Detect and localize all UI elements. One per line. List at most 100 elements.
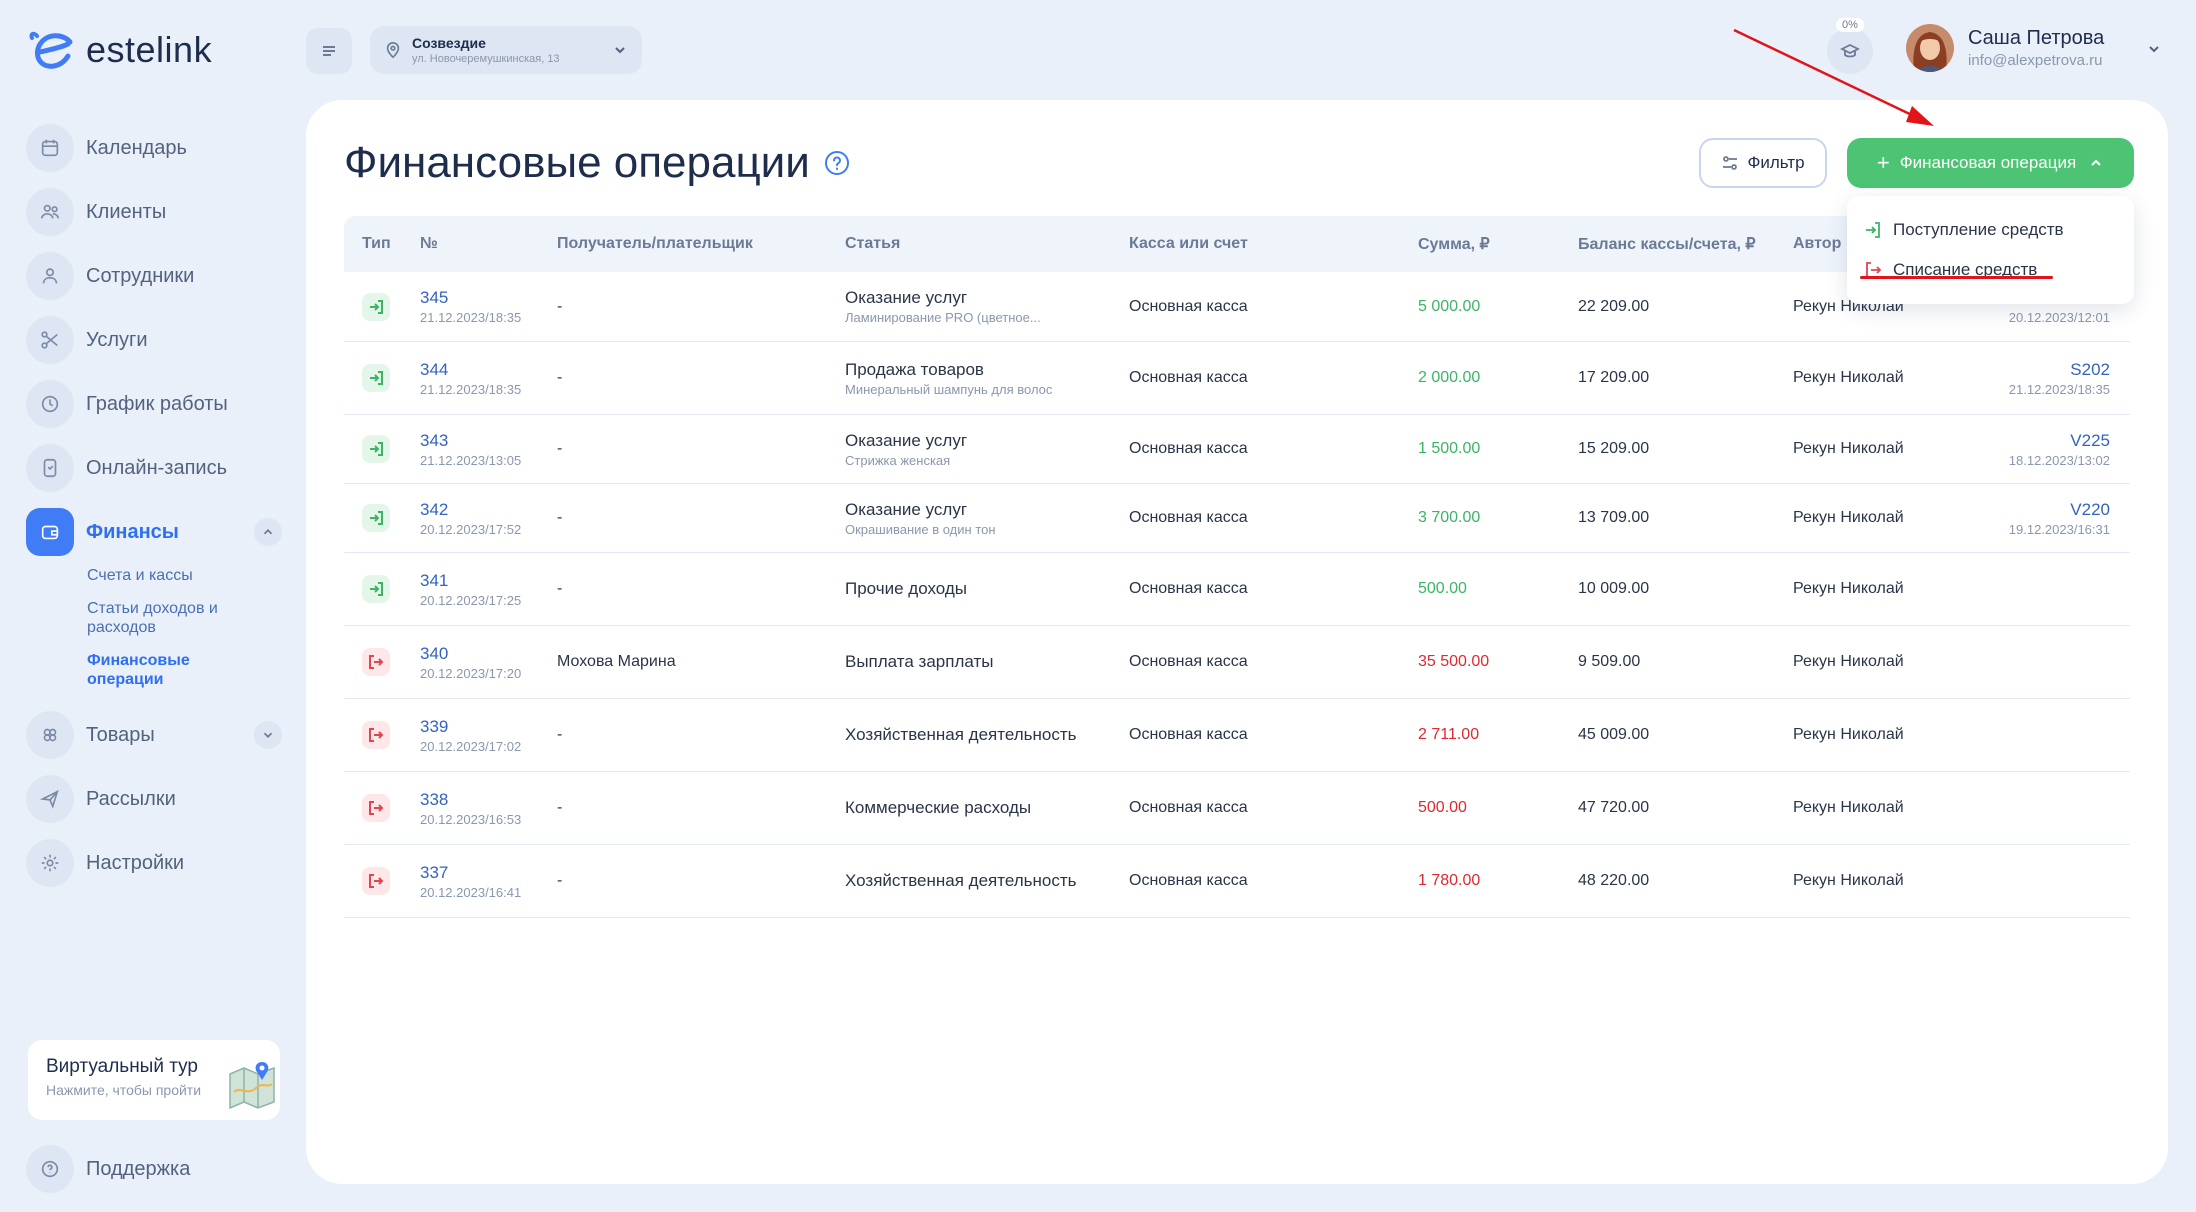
author-cell: Рекун Николай [1793,872,1904,889]
sidebar-item-employees[interactable]: Сотрудники [26,244,282,308]
balance-cell: 48 220.00 [1578,872,1650,889]
sidebar-item-label: Финансы [86,520,179,543]
cash-cell: Основная касса [1129,653,1248,670]
document-date: 20.12.2023/12:01 [2008,310,2110,325]
add-financial-operation-button[interactable]: + Финансовая операция [1847,138,2134,188]
article-detail: Стрижка женская [845,452,951,468]
operation-number-link[interactable]: 342 [420,500,557,520]
article-detail: Минеральный шампунь для волос [845,381,1053,397]
header-balance[interactable]: Баланс кассы/счета, ₽ [1578,234,1793,254]
sidebar-item-support[interactable]: Поддержка [26,1137,190,1201]
sidebar-item-settings[interactable]: Настройки [26,831,282,895]
operation-number-link[interactable]: 339 [420,717,557,737]
sidebar-item-label: Настройки [86,851,185,874]
operation-number-link[interactable]: 343 [420,431,557,451]
menu-item-expense[interactable]: Списание средств [1847,250,2134,290]
header-type[interactable]: Тип [344,235,420,253]
table-row[interactable]: 340 20.12.2023/17:20 Мохова Марина Выплата … [344,626,2130,699]
menu-item-income[interactable]: Поступление средств [1847,210,2134,250]
article-name: Оказание услуг [845,430,968,450]
num-cell: 343 21.12.2023/13:05 [420,431,557,468]
header-cash[interactable]: Касса или счет [1129,235,1418,253]
article-cell: Хозяйственная деятельность [845,871,1129,891]
num-cell: 338 20.12.2023/16:53 [420,790,557,827]
header-article[interactable]: Статья [845,235,1129,253]
filter-button[interactable]: Фильтр [1699,138,1827,188]
num-cell: 345 21.12.2023/18:35 [420,288,557,325]
sum-cell: 1 780.00 [1418,872,1481,889]
sidebar-item-products[interactable]: Товары [26,703,282,767]
location-address: ул. Новочеремушкинская, 13 [412,53,560,65]
chevron-down-icon[interactable] [254,721,282,749]
onboarding-progress-button[interactable]: 0% [1827,18,1873,74]
type-cell [344,867,420,895]
sidebar-item-finance[interactable]: Финансы [26,500,282,564]
article-cell: Оказание услуг Стрижка женская [845,431,1129,468]
operation-number-link[interactable]: 345 [420,288,557,308]
user-profile[interactable]: Саша Петрова info@alexpetrova.ru [1906,24,2104,72]
table-row[interactable]: 338 20.12.2023/16:53- Коммерческие расходы… [344,772,2130,845]
operation-number-link[interactable]: 340 [420,644,557,664]
sidebar-item-online-booking[interactable]: Онлайн-запись [26,436,282,500]
sidebar-item-schedule[interactable]: График работы [26,372,282,436]
table-row[interactable]: 342 20.12.2023/17:52- Оказание услуг Окраши… [344,484,2130,553]
main-panel: Финансовые операции Фильтр + Финансовая … [306,100,2168,1184]
user-menu-chevron[interactable] [2140,35,2168,63]
sidebar-item-calendar[interactable]: Календарь [26,116,282,180]
author-cell: Рекун Николай [1793,799,1904,816]
sidebar-item-label: Товары [86,723,155,746]
table-row[interactable]: 337 20.12.2023/16:41- Хозяйственная деятел… [344,845,2130,918]
operation-number-link[interactable]: 341 [420,571,557,591]
sum-cell: 2 000.00 [1418,369,1481,386]
location-selector[interactable]: Созвездие ул. Новочеремушкинская, 13 [370,26,642,74]
avatar [1906,24,1954,72]
num-cell: 340 20.12.2023/17:20 [420,644,557,681]
menu-toggle-button[interactable] [306,28,352,74]
payee-cell: Мохова Марина [557,653,676,670]
num-cell: 341 20.12.2023/17:25 [420,571,557,608]
table-row[interactable]: 343 21.12.2023/13:05- Оказание услуг Стрижк… [344,415,2130,484]
table-row[interactable]: 344 21.12.2023/18:35- Продажа товаров Минер… [344,342,2130,415]
balance-cell: 17 209.00 [1578,369,1650,386]
operation-date: 21.12.2023/13:05 [420,452,522,468]
document-link[interactable]: S202 [2008,360,2110,380]
operation-number-link[interactable]: 338 [420,790,557,810]
virtual-tour-card[interactable]: Виртуальный тур Нажмите, чтобы пройти [28,1040,280,1120]
header-payee[interactable]: Получатель/плательщик [557,235,845,253]
cash-cell: Основная касса [1129,799,1248,816]
cash-cell: Основная касса [1129,369,1248,386]
clock-icon [26,380,74,428]
payee-cell: - [557,872,563,889]
subnav-financial-operations[interactable]: Финансовые операции [87,651,227,689]
sidebar-item-clients[interactable]: Клиенты [26,180,282,244]
header-sum[interactable]: Сумма, ₽ [1418,234,1578,254]
sum-cell: 1 500.00 [1418,440,1481,457]
help-circle-icon [26,1145,74,1193]
help-icon[interactable] [824,150,850,176]
document-link[interactable]: V225 [2008,431,2110,451]
sidebar-item-label: График работы [86,392,228,415]
header-num[interactable]: № [420,235,557,253]
filter-label: Фильтр [1747,153,1805,172]
income-icon [362,575,390,603]
logo[interactable]: estelink [28,28,212,72]
article-name: Продажа товаров [845,359,984,379]
subnav-accounts[interactable]: Счета и кассы [87,566,282,585]
sidebar-item-mailings[interactable]: Рассылки [26,767,282,831]
num-cell: 337 20.12.2023/16:41 [420,863,557,900]
operation-date: 21.12.2023/18:35 [420,310,522,325]
table-row[interactable]: 339 20.12.2023/17:02- Хозяйственная деятел… [344,699,2130,772]
type-cell [344,435,420,463]
table-row[interactable]: 341 20.12.2023/17:25- Прочие доходы Основна… [344,553,2130,626]
sidebar-item-services[interactable]: Услуги [26,308,282,372]
operation-number-link[interactable]: 344 [420,360,557,380]
send-icon [26,775,74,823]
operation-number-link[interactable]: 337 [420,863,557,883]
document-date: 21.12.2023/18:35 [2008,381,2110,397]
wallet-icon [26,508,74,556]
chevron-up-icon[interactable] [254,518,282,546]
employee-icon [26,252,74,300]
document-link[interactable]: V220 [2008,500,2110,520]
type-cell [344,648,420,676]
subnav-income-expense-items[interactable]: Статьи доходов и расходов [87,599,247,637]
